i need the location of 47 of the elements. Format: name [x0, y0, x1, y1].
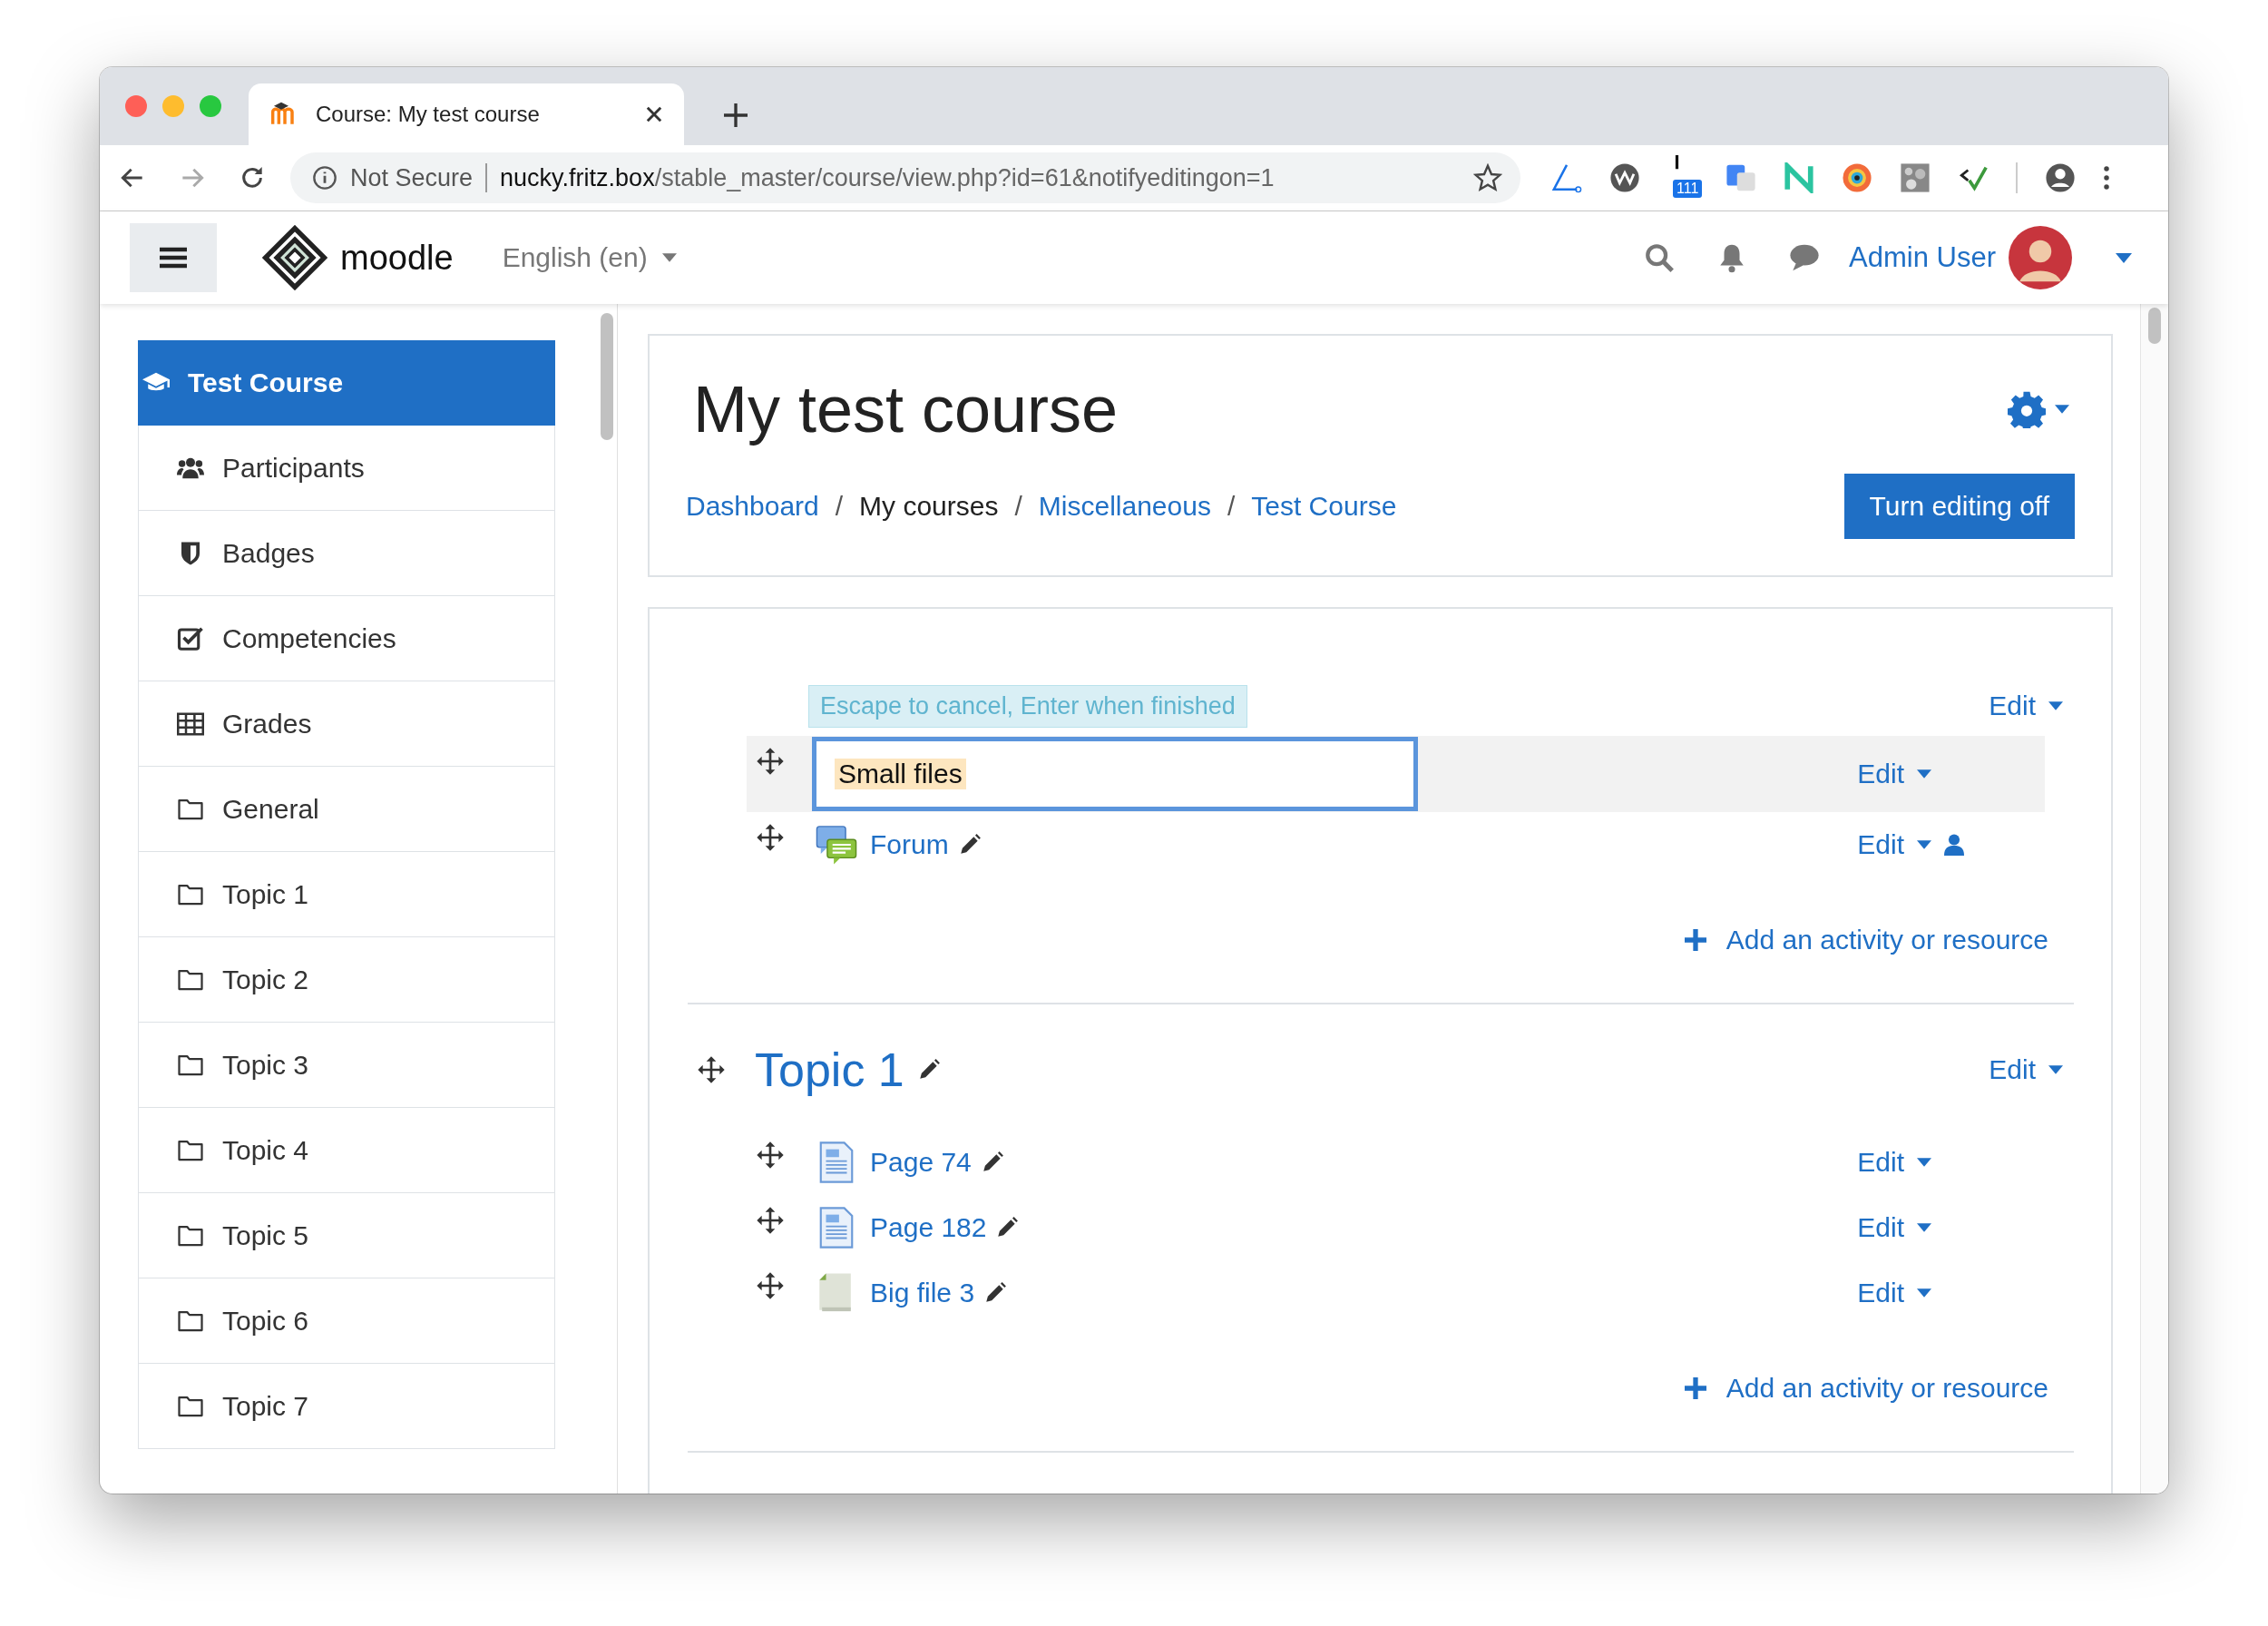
- edit-menu[interactable]: Edit: [1857, 829, 1931, 860]
- breadcrumb-separator: /: [1227, 491, 1236, 522]
- security-label: Not Secure: [350, 163, 474, 192]
- edit-menu[interactable]: Edit: [1857, 1278, 1931, 1308]
- sidebar-item[interactable]: Competencies: [138, 596, 555, 681]
- sidebar-item[interactable]: Badges: [138, 511, 555, 596]
- add-activity-link[interactable]: Add an activity or resource: [1684, 925, 2048, 955]
- activity-link[interactable]: Big file 3: [870, 1278, 975, 1308]
- url-text: nucky.fritz.box/stable_master/course/view.php?id=61&notifyeditingon=1: [500, 163, 1276, 192]
- sidebar-item[interactable]: Participants: [138, 426, 555, 511]
- activity-link[interactable]: Page 74: [870, 1147, 972, 1178]
- activity-name-field[interactable]: Small files: [812, 737, 1418, 811]
- edit-menu[interactable]: Edit: [1989, 1054, 2063, 1085]
- edit-menu[interactable]: Edit: [1857, 759, 1931, 789]
- activity-link[interactable]: Page 182: [870, 1212, 987, 1243]
- sidebar-item[interactable]: Topic 1: [138, 852, 555, 937]
- sidebar-item[interactable]: Test Course: [138, 340, 555, 426]
- activity-link[interactable]: Forum: [870, 829, 949, 860]
- user-name[interactable]: Admin User: [1849, 241, 1996, 274]
- edit-menu[interactable]: Edit: [1857, 1212, 1931, 1243]
- language-menu[interactable]: English (en): [496, 241, 682, 274]
- edit-menu[interactable]: Edit: [1989, 691, 2063, 721]
- sidebar-item[interactable]: Topic 3: [138, 1023, 555, 1108]
- address-bar[interactable]: Not Secure nucky.fritz.box/stable_master/course/view.php?id=61&notifyeditingon=1: [290, 152, 1520, 203]
- sidebar-item[interactable]: General: [138, 767, 555, 852]
- sidebar-item[interactable]: Topic 6: [138, 1278, 555, 1364]
- extension-badge: 111: [1673, 180, 1703, 198]
- breadcrumb-link[interactable]: Test Course: [1251, 491, 1397, 522]
- breadcrumb-link[interactable]: Miscellaneous: [1038, 491, 1211, 522]
- sidebar-item[interactable]: Topic 7: [138, 1364, 555, 1449]
- turn-editing-off-button[interactable]: Turn editing off: [1843, 474, 2075, 539]
- site-name[interactable]: moodle: [340, 238, 454, 278]
- breadcrumb-item: My courses: [859, 491, 999, 522]
- section-title[interactable]: Topic 1: [755, 1043, 904, 1097]
- sidebar-item[interactable]: Grades: [138, 681, 555, 767]
- edit-menu[interactable]: Edit: [1857, 1147, 1931, 1178]
- add-activity-link[interactable]: Add an activity or resource: [1684, 1373, 2048, 1404]
- editing-hint: Escape to cancel, Enter when finished: [808, 684, 1247, 728]
- sidebar-item[interactable]: Topic 5: [138, 1193, 555, 1278]
- tab-title: Course: My test course: [316, 102, 541, 127]
- breadcrumb-separator: /: [835, 491, 844, 522]
- sidebar-item[interactable]: Topic 4: [138, 1108, 555, 1193]
- sidebar-item[interactable]: Topic 2: [138, 937, 555, 1023]
- course-title: My test course: [693, 372, 1119, 446]
- breadcrumb-separator: /: [1014, 491, 1022, 522]
- browser-tab[interactable]: Course: My test course: [249, 83, 684, 145]
- breadcrumb-link[interactable]: Dashboard: [686, 491, 819, 522]
